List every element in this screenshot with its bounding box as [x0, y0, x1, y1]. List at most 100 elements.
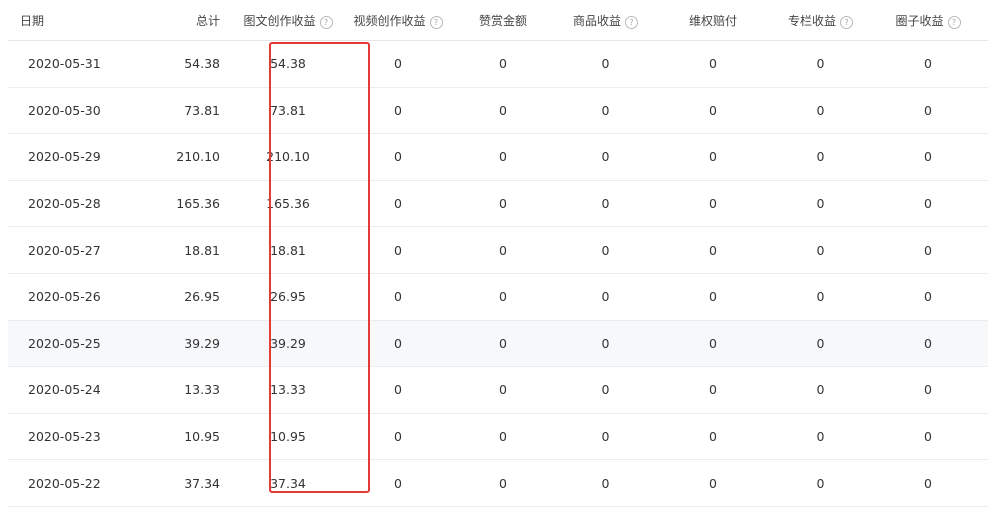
table-row: 2020-05-24 13.33 13.33 0 0 0 0 0 0	[8, 366, 988, 414]
question-circle-icon[interactable]: ?	[625, 15, 638, 29]
cell-graphic-earnings: 54.38	[228, 40, 348, 88]
cell-total: 37.34	[128, 459, 228, 507]
cell-rights-compensation: 0	[653, 40, 773, 88]
cell-graphic-earnings: 26.95	[228, 273, 348, 321]
cell-date: 2020-05-30	[8, 87, 128, 135]
cell-circle-earnings: 0	[868, 180, 988, 228]
cell-video-earnings: 0	[348, 413, 448, 461]
cell-column-earnings: 0	[773, 40, 868, 88]
cell-tip-amount: 0	[448, 273, 558, 321]
header-video-earnings: 视频创作收益?	[348, 0, 448, 41]
cell-total: 73.81	[128, 87, 228, 135]
question-circle-icon[interactable]: ?	[429, 15, 443, 29]
question-circle-icon[interactable]: ?	[319, 15, 333, 29]
cell-tip-amount: 0	[448, 366, 558, 414]
cell-column-earnings: 0	[773, 366, 868, 414]
cell-circle-earnings: 0	[868, 273, 988, 321]
table-row: 2020-05-28 165.36 165.36 0 0 0 0 0 0	[8, 180, 988, 228]
cell-circle-earnings: 0	[868, 40, 988, 88]
cell-tip-amount: 0	[448, 180, 558, 228]
header-label: 视频创作收益	[353, 13, 426, 28]
cell-rights-compensation: 0	[653, 366, 773, 414]
cell-date: 2020-05-22	[8, 459, 128, 507]
cell-video-earnings: 0	[348, 133, 448, 181]
header-label: 商品收益	[572, 13, 621, 28]
cell-column-earnings: 0	[773, 226, 868, 274]
cell-product-earnings: 0	[558, 180, 653, 228]
cell-rights-compensation: 0	[653, 413, 773, 461]
cell-date: 2020-05-25	[8, 320, 128, 368]
cell-rights-compensation: 0	[653, 87, 773, 135]
header-product-earnings: 商品收益?	[558, 0, 653, 41]
cell-total: 10.95	[128, 413, 228, 461]
table-row: 2020-05-22 37.34 37.34 0 0 0 0 0 0	[8, 459, 988, 507]
header-total: 总计	[128, 0, 228, 41]
cell-graphic-earnings: 13.33	[228, 366, 348, 414]
header-label: 日期	[20, 13, 45, 28]
question-circle-icon[interactable]: ?	[840, 15, 853, 29]
cell-product-earnings: 0	[558, 366, 653, 414]
cell-rights-compensation: 0	[653, 133, 773, 181]
cell-column-earnings: 0	[773, 413, 868, 461]
earnings-table: 日期 总计 图文创作收益? 视频创作收益? 赞赏金额 商品收益? 维权赔付 专栏收益? 圈子收益…	[8, 0, 988, 507]
cell-column-earnings: 0	[773, 320, 868, 368]
header-rights-compensation: 维权赔付	[653, 0, 773, 41]
table-row: 2020-05-27 18.81 18.81 0 0 0 0 0 0	[8, 226, 988, 274]
cell-total: 18.81	[128, 226, 228, 274]
cell-product-earnings: 0	[558, 273, 653, 321]
cell-circle-earnings: 0	[868, 226, 988, 274]
cell-column-earnings: 0	[773, 133, 868, 181]
cell-date: 2020-05-24	[8, 366, 128, 414]
cell-rights-compensation: 0	[653, 273, 773, 321]
cell-tip-amount: 0	[448, 459, 558, 507]
cell-total: 13.33	[128, 366, 228, 414]
table-row: 2020-05-31 54.38 54.38 0 0 0 0 0 0	[8, 40, 988, 88]
cell-video-earnings: 0	[348, 459, 448, 507]
table-row: 2020-05-30 73.81 73.81 0 0 0 0 0 0	[8, 87, 988, 135]
cell-date: 2020-05-26	[8, 273, 128, 321]
table-row: 2020-05-23 10.95 10.95 0 0 0 0 0 0	[8, 413, 988, 461]
cell-date: 2020-05-27	[8, 226, 128, 274]
cell-product-earnings: 0	[558, 87, 653, 135]
question-circle-icon[interactable]: ?	[947, 15, 961, 29]
cell-product-earnings: 0	[558, 459, 653, 507]
cell-rights-compensation: 0	[653, 459, 773, 507]
cell-rights-compensation: 0	[653, 180, 773, 228]
cell-column-earnings: 0	[773, 87, 868, 135]
header-label: 专栏收益	[787, 13, 836, 28]
cell-circle-earnings: 0	[868, 459, 988, 507]
cell-video-earnings: 0	[348, 40, 448, 88]
cell-date: 2020-05-28	[8, 180, 128, 228]
cell-video-earnings: 0	[348, 226, 448, 274]
cell-graphic-earnings: 73.81	[228, 87, 348, 135]
cell-tip-amount: 0	[448, 87, 558, 135]
cell-column-earnings: 0	[773, 273, 868, 321]
table-header: 日期 总计 图文创作收益? 视频创作收益? 赞赏金额 商品收益? 维权赔付 专栏收益? 圈子收益…	[8, 0, 988, 41]
cell-product-earnings: 0	[558, 133, 653, 181]
cell-column-earnings: 0	[773, 459, 868, 507]
cell-circle-earnings: 0	[868, 320, 988, 368]
cell-circle-earnings: 0	[868, 413, 988, 461]
cell-graphic-earnings: 37.34	[228, 459, 348, 507]
cell-total: 165.36	[128, 180, 228, 228]
earnings-table-container: 日期 总计 图文创作收益? 视频创作收益? 赞赏金额 商品收益? 维权赔付 专栏收益? 圈子收益…	[8, 0, 988, 507]
header-graphic-earnings: 图文创作收益?	[228, 0, 348, 41]
header-label: 赞赏金额	[478, 13, 527, 28]
cell-total: 26.95	[128, 273, 228, 321]
header-row: 日期 总计 图文创作收益? 视频创作收益? 赞赏金额 商品收益? 维权赔付 专栏收益? 圈子收益…	[8, 0, 988, 41]
cell-tip-amount: 0	[448, 133, 558, 181]
cell-date: 2020-05-31	[8, 40, 128, 88]
cell-product-earnings: 0	[558, 413, 653, 461]
cell-video-earnings: 0	[348, 366, 448, 414]
cell-tip-amount: 0	[448, 413, 558, 461]
header-label: 维权赔付	[688, 13, 737, 28]
cell-rights-compensation: 0	[653, 320, 773, 368]
header-label: 图文创作收益	[243, 13, 316, 28]
cell-rights-compensation: 0	[653, 226, 773, 274]
header-date: 日期	[8, 0, 128, 41]
cell-total: 39.29	[128, 320, 228, 368]
cell-column-earnings: 0	[773, 180, 868, 228]
header-label: 圈子收益	[895, 13, 944, 28]
table-row: 2020-05-26 26.95 26.95 0 0 0 0 0 0	[8, 273, 988, 321]
cell-graphic-earnings: 210.10	[228, 133, 348, 181]
